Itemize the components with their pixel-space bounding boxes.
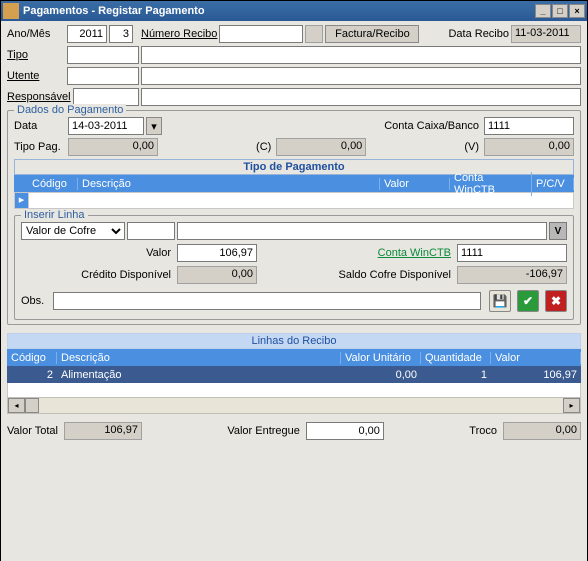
valor-label: Valor [131, 247, 171, 259]
obs-field[interactable] [53, 292, 481, 310]
col-pcv: P/C/V [532, 178, 574, 190]
ano-field[interactable] [67, 25, 107, 43]
horizontal-scrollbar[interactable]: ◂ ▸ [7, 397, 581, 414]
conta-caixa-label: Conta Caixa/Banco [384, 120, 479, 132]
v-label: (V) [464, 141, 479, 153]
titlebar: Pagamentos - Registar Pagamento _ □ × [1, 1, 587, 21]
window-title: Pagamentos - Registar Pagamento [23, 5, 535, 17]
data-recibo-label: Data Recibo [448, 28, 509, 40]
rcol-descricao: Descrição [57, 352, 341, 364]
conta-winctb-link[interactable]: Conta WinCTB [378, 247, 451, 259]
obs-label: Obs. [21, 295, 51, 307]
rcol-valor: Valor [491, 352, 581, 364]
numero-recibo-label[interactable]: Número Recibo [141, 28, 217, 40]
data-dropdown-button[interactable]: ▾ [146, 117, 162, 135]
inserir-desc-field[interactable] [177, 222, 547, 240]
v-value: 0,00 [484, 138, 574, 156]
tipo-pagamento-header: Código Descrição Valor Conta WinCTB P/C/… [14, 175, 574, 192]
save-icon[interactable]: 💾 [489, 290, 511, 312]
col-descricao: Descrição [78, 178, 380, 190]
close-button[interactable]: × [569, 4, 585, 18]
valor-cofre-select[interactable]: Valor de Cofre [21, 222, 125, 240]
inserir-linha-group: Inserir Linha Valor de Cofre V Valor Con… [14, 215, 574, 320]
row-qtd: 1 [421, 369, 491, 381]
minimize-button[interactable]: _ [535, 4, 551, 18]
rcol-qtd: Quantidade [421, 352, 491, 364]
valor-field[interactable] [177, 244, 257, 262]
row-codigo: 2 [7, 369, 57, 381]
credito-disponivel-value: 0,00 [177, 266, 257, 284]
recibo-row[interactable]: 2 Alimentação 0,00 1 106,97 [7, 366, 581, 383]
inserir-linha-legend: Inserir Linha [21, 209, 88, 221]
credito-disponivel-label: Crédito Disponível [71, 269, 171, 281]
row-valor: 106,97 [491, 369, 581, 381]
tipo-desc-field[interactable] [141, 46, 581, 64]
responsavel-label[interactable]: Responsável [7, 91, 71, 103]
rcol-codigo: Código [7, 352, 57, 364]
scroll-thumb[interactable] [25, 398, 39, 413]
dados-pagamento-group: Dados do Pagamento Data ▾ Conta Caixa/Ba… [7, 110, 581, 325]
app-icon [3, 3, 19, 19]
confirm-icon[interactable]: ✔ [517, 290, 539, 312]
dados-pagamento-legend: Dados do Pagamento [14, 104, 126, 116]
tipo-label[interactable]: Tipo [7, 49, 65, 61]
tipo-code-field[interactable] [67, 46, 139, 64]
saldo-cofre-value: -106,97 [457, 266, 567, 284]
saldo-cofre-label: Saldo Cofre Disponível [338, 269, 451, 281]
window-content: Ano/Mês Número Recibo Factura/Recibo Dat… [1, 21, 587, 561]
inserir-codigo-field[interactable] [127, 222, 175, 240]
row-valunit: 0,00 [341, 369, 421, 381]
conta-winctb-field[interactable] [457, 244, 567, 262]
linhas-recibo-title: Linhas do Recibo [7, 333, 581, 349]
data-label: Data [14, 120, 66, 132]
linhas-recibo-header: Código Descrição Valor Unitário Quantida… [7, 349, 581, 366]
valor-entregue-label: Valor Entregue [227, 425, 300, 437]
numero-recibo-field[interactable] [219, 25, 303, 43]
c-label: (C) [256, 141, 271, 153]
troco-value: 0,00 [503, 422, 581, 440]
valor-total-value: 106,97 [64, 422, 142, 440]
scroll-right-button[interactable]: ▸ [563, 398, 580, 413]
utente-label[interactable]: Utente [7, 70, 65, 82]
conta-caixa-field[interactable] [484, 117, 574, 135]
c-value: 0,00 [276, 138, 366, 156]
troco-label: Troco [469, 425, 497, 437]
mes-field[interactable] [109, 25, 133, 43]
cancel-icon[interactable]: ✖ [545, 290, 567, 312]
v-button[interactable]: V [549, 222, 567, 240]
utente-desc-field[interactable] [141, 67, 581, 85]
utente-code-field[interactable] [67, 67, 139, 85]
col-valor: Valor [380, 178, 450, 190]
valor-entregue-field[interactable] [306, 422, 384, 440]
responsavel-desc-field[interactable] [141, 88, 581, 106]
scroll-left-button[interactable]: ◂ [8, 398, 25, 413]
data-field[interactable] [68, 117, 144, 135]
data-recibo-field: 11-03-2011 [511, 25, 581, 43]
col-codigo: Código [28, 178, 78, 190]
valor-total-label: Valor Total [7, 425, 58, 437]
factura-recibo-button[interactable]: Factura/Recibo [325, 25, 419, 43]
rcol-valunit: Valor Unitário [341, 352, 421, 364]
tipo-pag-label: Tipo Pag. [14, 141, 66, 153]
row-descricao: Alimentação [57, 369, 341, 381]
maximize-button[interactable]: □ [552, 4, 568, 18]
tipo-pag-value: 0,00 [68, 138, 158, 156]
ano-mes-label: Ano/Mês [7, 28, 65, 40]
col-conta: Conta WinCTB [450, 172, 532, 196]
